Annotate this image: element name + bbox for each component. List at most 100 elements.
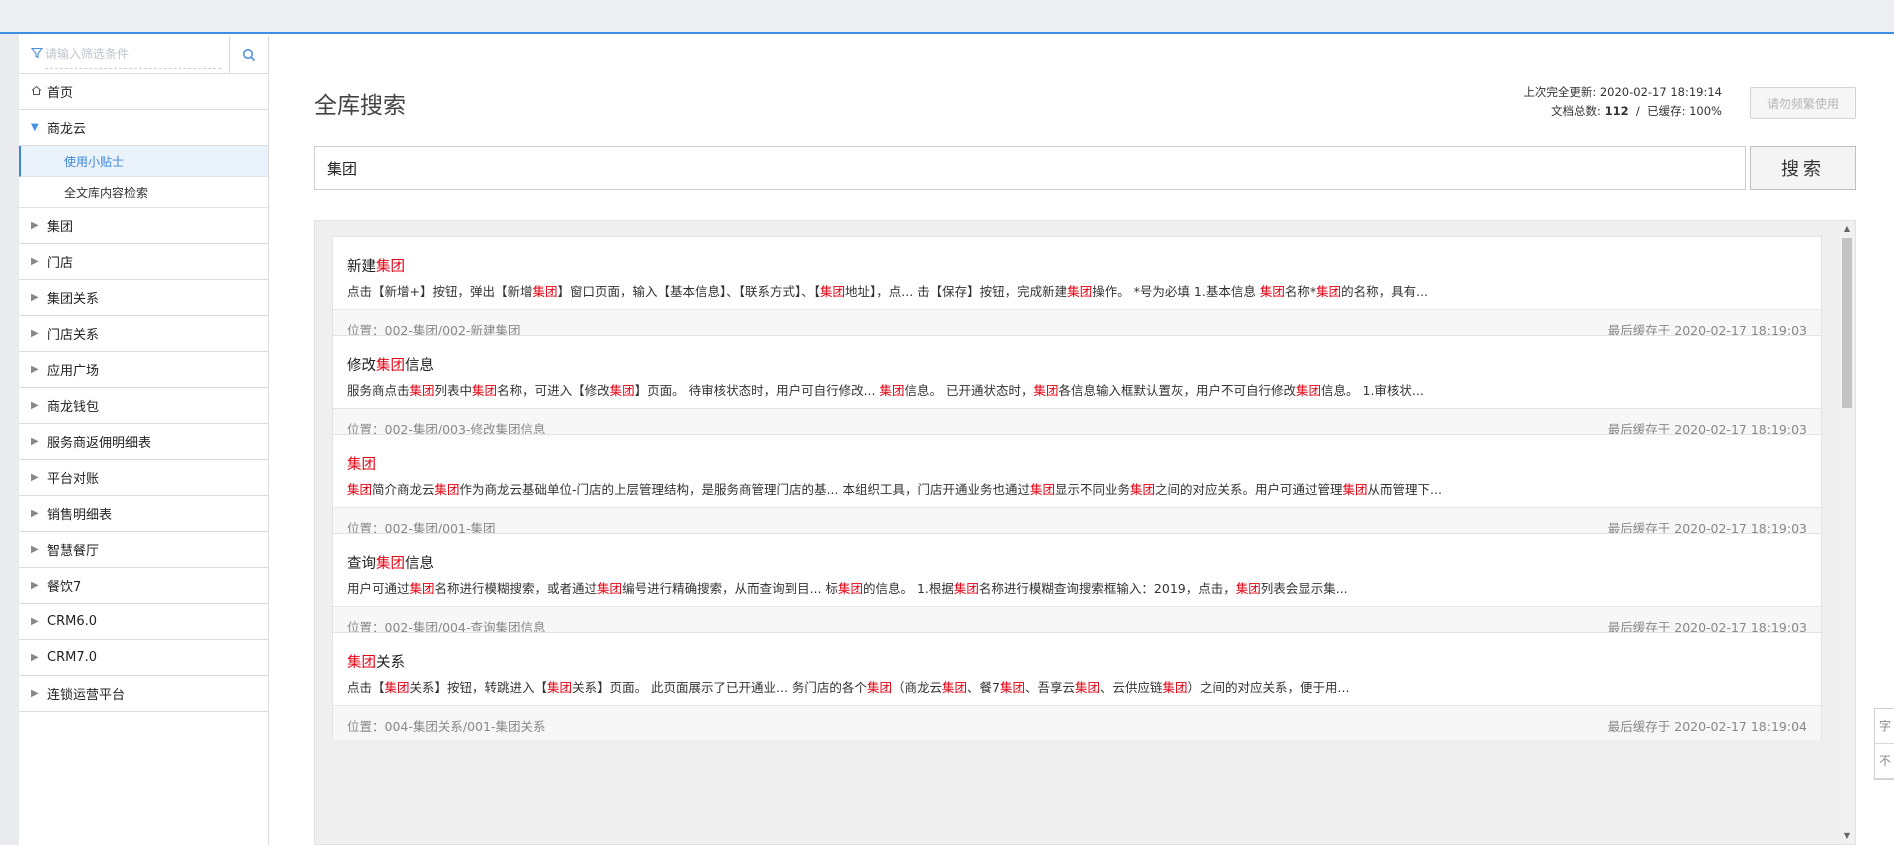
keyword-highlight: 集团 (409, 383, 435, 398)
keyword-highlight: 集团 (820, 284, 846, 299)
side-float-tab[interactable]: 字 不 (1874, 708, 1894, 780)
caret-right-icon: ▶ (31, 544, 39, 555)
result-title[interactable]: 新建集团 (347, 255, 405, 276)
text-segment: 点击【新增+】按钮，弹出【新增 (347, 284, 533, 299)
result-title[interactable]: 集团关系 (347, 651, 405, 672)
keyword-highlight: 集团 (941, 680, 967, 695)
sidebar-item-label: 集团关系 (47, 292, 100, 307)
caret-right-icon: ▶ (31, 436, 39, 447)
result-snippet: 用户可通过集团名称进行模糊搜索，或者通过集团编号进行精确搜索，从而查询到目...… (347, 578, 1348, 597)
sidebar-item[interactable]: ▶ 门店 (19, 244, 268, 280)
text-segment: 操作。 *号为必填 1.基本信息 (1092, 284, 1260, 299)
keyword-highlight: 集团 (532, 284, 558, 299)
keyword-highlight: 集团 (1033, 383, 1059, 398)
keyword-highlight: 集团 (547, 680, 573, 695)
result-card[interactable]: 修改集团信息服务商点击集团列表中集团名称，可进入【修改集团】页面。 待审核状态时… (332, 335, 1822, 443)
sidebar-subitem-fulltext-search[interactable]: 全文库内容检索 (19, 177, 268, 208)
text-segment: 作为商龙云基础单位-门店的上层管理结构，是服务商管理门店的基... 本组织工具，… (459, 482, 1030, 497)
result-card[interactable]: 集团关系 点击【集团关系】按钮，转跳进入【集团关系】页面。 此页面展示了已开通业.… (332, 632, 1822, 740)
sidebar-item[interactable]: ▶ 餐饮7 (19, 568, 268, 604)
result-footer: 位置：004-集团关系/001-集团关系 最后缓存于 2020-02-17 18:… (333, 705, 1821, 740)
sidebar-item[interactable]: ▶ 连锁运营平台 (19, 676, 268, 712)
sidebar-item-label: 门店关系 (47, 328, 100, 343)
text-segment: 从而管理下... (1367, 482, 1442, 497)
text-segment: 列表会显示集... (1260, 581, 1348, 596)
text-segment: 各信息输入框默认置灰，用户不可自行修改 (1058, 383, 1296, 398)
text-segment: 点击【 (347, 680, 385, 695)
sidebar-item[interactable]: ▶ 智慧餐厅 (19, 532, 268, 568)
library-stats: 上次完全更新: 2020-02-17 18:19:14 文档总数: 112 / … (1523, 85, 1722, 118)
text-segment: 用户可通过 (347, 581, 410, 596)
text-segment: 】页面。 待审核状态时，用户可自行修改... (634, 383, 880, 398)
keyword-highlight: 集团 (837, 581, 863, 596)
keyword-highlight: 集团 (409, 581, 435, 596)
sidebar-item[interactable]: ▶ 平台对账 (19, 460, 268, 496)
result-card[interactable]: 集团 集团简介商龙云集团作为商龙云基础单位-门店的上层管理结构，是服务商管理门店的… (332, 434, 1822, 542)
text-segment: 】窗口页面，输入【基本信息】、【联系方式】、【 (557, 284, 821, 299)
keyword-highlight: 集团 (1129, 482, 1155, 497)
result-card[interactable]: 查询集团信息用户可通过集团名称进行模糊搜索，或者通过集团编号进行精确搜索，从而查… (332, 533, 1822, 641)
sidebar-item-home[interactable]: 首页 (19, 74, 268, 110)
sidebar-item-label: 智慧餐厅 (47, 544, 100, 559)
sidebar-item[interactable]: ▶ 销售明细表 (19, 496, 268, 532)
keyword-highlight: 集团 (376, 556, 405, 572)
text-segment: 名称进行模糊搜索，或者通过 (434, 581, 598, 596)
sidebar-item-label: 门店 (47, 256, 74, 271)
text-segment: 信息 (405, 556, 434, 572)
sidebar-item-label: CRM6.0 (47, 614, 98, 629)
scroll-up-icon[interactable]: ▲ (1840, 222, 1854, 236)
top-bar (0, 0, 1894, 34)
page-title: 全库搜索 (314, 93, 406, 119)
result-title[interactable]: 修改集团信息 (347, 354, 434, 375)
search-icon[interactable] (229, 36, 267, 74)
sidebar-subitem-tips[interactable]: 使用小贴士 (19, 146, 268, 177)
sidebar-item[interactable]: ▶ 应用广场 (19, 352, 268, 388)
result-snippet: 服务商点击集团列表中集团名称，可进入【修改集团】页面。 待审核状态时，用户可自行… (347, 380, 1424, 399)
search-input[interactable] (314, 146, 1746, 190)
scroll-thumb[interactable] (1842, 238, 1852, 408)
keyword-highlight: 集团 (1162, 680, 1188, 695)
float-tab-item[interactable]: 不 (1875, 744, 1894, 779)
sidebar-item-shanglong-cloud[interactable]: ▼ 商龙云 (19, 110, 268, 146)
search-button[interactable]: 搜索 (1750, 146, 1856, 190)
sidebar-item[interactable]: ▶ 门店关系 (19, 316, 268, 352)
keyword-highlight: 集团 (597, 581, 623, 596)
keyword-highlight: 集团 (1259, 284, 1285, 299)
keyword-highlight: 集团 (434, 482, 460, 497)
last-update-value: 2020-02-17 18:19:14 (1599, 85, 1722, 99)
text-segment: 的信息。 1.根据 (862, 581, 954, 596)
refresh-cache-button: 请勿频繁使用 (1750, 87, 1856, 119)
sidebar-item[interactable]: ▶ CRM6.0 (19, 604, 268, 640)
caret-right-icon: ▶ (31, 292, 39, 303)
sidebar-item-label: 首页 (47, 86, 74, 101)
text-segment: 信息。 1.审核状... (1321, 383, 1424, 398)
last-update-label: 上次完全更新: (1523, 85, 1597, 99)
sidebar-item[interactable]: ▶ 集团关系 (19, 280, 268, 316)
sidebar-item[interactable]: ▶ 集团 (19, 208, 268, 244)
results-scrollbar[interactable]: ▲ ▼ (1840, 222, 1854, 843)
sidebar-item-label: 服务商返佣明细表 (47, 436, 152, 451)
caret-right-icon: ▶ (31, 616, 39, 627)
result-title[interactable]: 集团 (347, 453, 376, 474)
caret-right-icon: ▶ (31, 508, 39, 519)
keyword-highlight: 集团 (1074, 680, 1100, 695)
keyword-highlight: 集团 (472, 383, 498, 398)
scroll-down-icon[interactable]: ▼ (1840, 829, 1854, 843)
keyword-highlight: 集团 (347, 482, 373, 497)
result-card[interactable]: 新建集团 点击【新增+】按钮，弹出【新增集团】窗口页面，输入【基本信息】、【联系方… (332, 236, 1822, 344)
float-tab-item[interactable]: 字 (1875, 709, 1894, 744)
sidebar: 首页 ▼ 商龙云 使用小贴士 全文库内容检索 ▶集团▶门店▶集团关系▶门店关系▶… (19, 36, 269, 845)
filter-input[interactable] (45, 40, 221, 69)
keyword-highlight: 集团 (376, 358, 405, 374)
caret-right-icon: ▶ (31, 688, 39, 699)
cached-value: 100% (1689, 104, 1722, 118)
sidebar-item[interactable]: ▶ 商龙钱包 (19, 388, 268, 424)
sidebar-item[interactable]: ▶ CRM7.0 (19, 640, 268, 676)
result-cached-time: 最后缓存于 2020-02-17 18:19:04 (1607, 719, 1807, 734)
result-snippet: 点击【新增+】按钮，弹出【新增集团】窗口页面，输入【基本信息】、【联系方式】、【… (347, 281, 1428, 300)
sidebar-item[interactable]: ▶ 服务商返佣明细表 (19, 424, 268, 460)
doc-total-value: 112 (1604, 104, 1629, 118)
result-title[interactable]: 查询集团信息 (347, 552, 434, 573)
keyword-highlight: 集团 (376, 259, 405, 275)
cached-label: 已缓存: (1647, 104, 1686, 118)
